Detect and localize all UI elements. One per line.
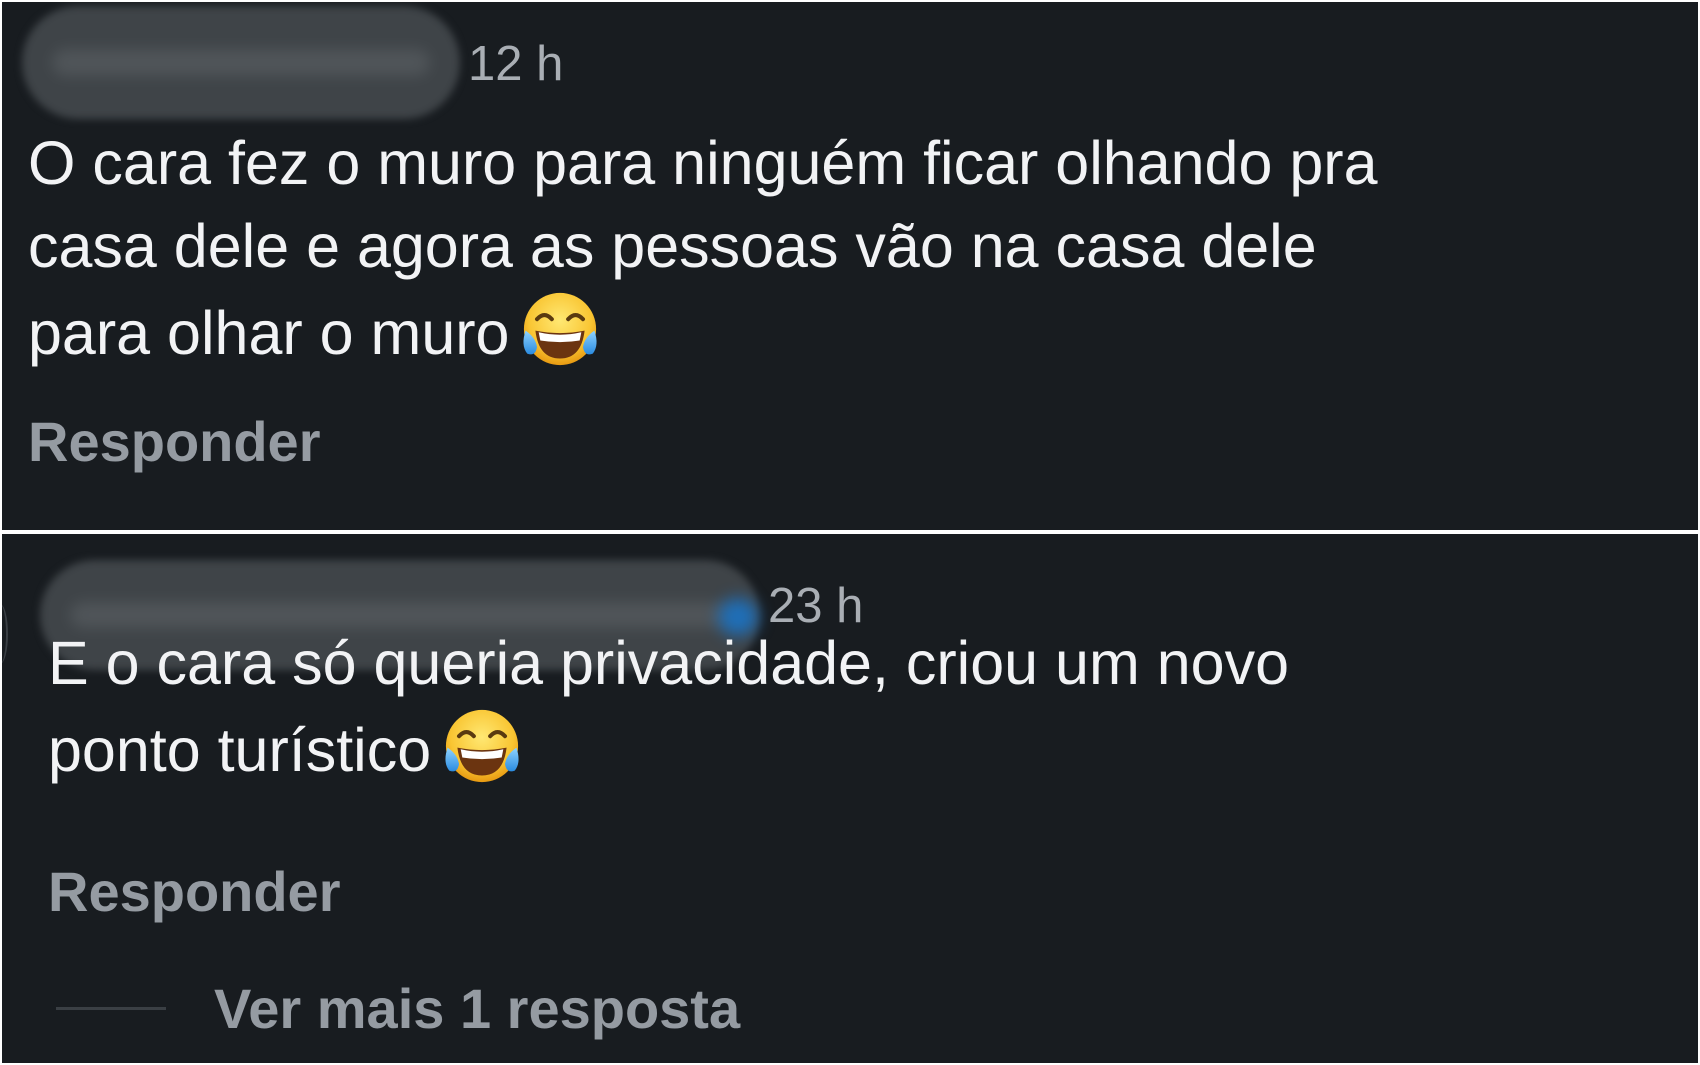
view-more-replies-button[interactable]: Ver mais 1 resposta <box>214 981 740 1037</box>
comment-card: 12 h O cara fez o muro para ninguém fica… <box>2 2 1698 530</box>
comment-card: 23 h E o cara só queria privacidade, cri… <box>2 534 1698 1063</box>
face-with-tears-of-joy-icon <box>519 288 601 370</box>
reply-button[interactable]: Responder <box>48 864 341 920</box>
comment-body: E o cara só queria privacidade, criou um… <box>48 629 1289 784</box>
avatar[interactable] <box>2 604 8 664</box>
comment-text: E o cara só queria privacidade, criou um… <box>48 622 1648 792</box>
comment-timestamp: 12 h <box>468 37 564 91</box>
comment-text: O cara fez o muro para ninguém ficar olh… <box>28 122 1698 375</box>
replies-divider <box>56 1007 166 1010</box>
face-with-tears-of-joy-icon <box>441 705 523 787</box>
blurred-username[interactable] <box>22 6 460 119</box>
reply-button[interactable]: Responder <box>28 414 321 470</box>
comment-body: O cara fez o muro para ninguém ficar olh… <box>28 129 1378 367</box>
